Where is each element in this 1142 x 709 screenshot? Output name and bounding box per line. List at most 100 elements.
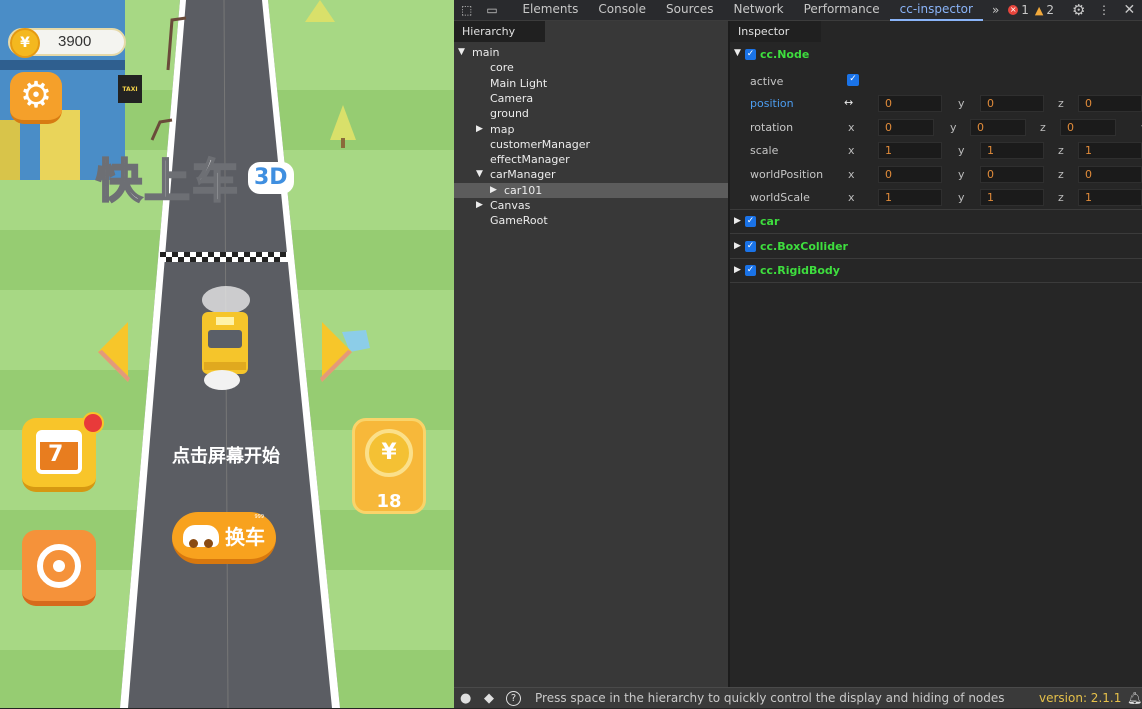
number-input[interactable]: 1: [878, 142, 942, 159]
steering-button[interactable]: [22, 530, 96, 606]
more-tabs-icon[interactable]: »: [983, 0, 1008, 21]
component-enabled-checkbox[interactable]: ✓: [745, 240, 756, 252]
axis-label: z: [1058, 191, 1064, 204]
expand-triangle-icon[interactable]: ▼: [734, 48, 741, 58]
axis-label: y: [958, 97, 965, 110]
hierarchy-node[interactable]: Camera: [454, 91, 728, 106]
number-input[interactable]: 0: [1078, 95, 1142, 112]
collapsed-triangle-icon[interactable]: ▶: [734, 265, 741, 275]
property-worldposition: worldPosition x y z 0 0 0: [730, 165, 1142, 186]
coin-reward-button[interactable]: ¥ 18: [352, 418, 426, 514]
component-row[interactable]: ▶ ✓ cc.BoxCollider: [730, 235, 1142, 259]
component-enabled-checkbox[interactable]: ✓: [745, 265, 756, 276]
property-active: active ✓: [730, 73, 1142, 93]
game-title: 快上车 3D: [95, 148, 294, 209]
component-enabled-checkbox[interactable]: ✓: [745, 49, 756, 60]
kebab-menu-icon[interactable]: ⋮: [1091, 0, 1116, 21]
close-devtools-icon[interactable]: ✕: [1117, 0, 1142, 21]
number-input[interactable]: 0: [980, 165, 1044, 183]
active-checkbox[interactable]: ✓: [847, 74, 859, 86]
number-input[interactable]: 0: [980, 95, 1044, 112]
device-toolbar-icon[interactable]: ▭: [479, 0, 504, 21]
component-name: car: [760, 215, 780, 228]
number-input[interactable]: 0: [878, 165, 942, 183]
component-cc-node: ▼ ✓ cc.Node: [730, 42, 1142, 66]
hierarchy-node-label: carManager: [490, 168, 556, 182]
error-icon: ×: [1008, 5, 1019, 15]
component-row[interactable]: ▶ ✓ car: [730, 210, 1142, 234]
number-input[interactable]: 0: [878, 95, 942, 112]
hierarchy-node[interactable]: ground: [454, 106, 728, 121]
hierarchy-node-label: effectManager: [490, 153, 570, 167]
hierarchy-node[interactable]: effectManager: [454, 152, 728, 167]
game-view[interactable]: ¥ 3900 ⚙ TAXI 快上车 3D 7 ¥ 18 点击屏幕开始 换车 99…: [0, 0, 454, 708]
collapsed-triangle-icon[interactable]: ▶: [734, 216, 741, 226]
tab-elements[interactable]: Elements: [512, 0, 588, 21]
change-car-button[interactable]: 换车 999: [172, 512, 276, 564]
collapsed-triangle-icon[interactable]: ▶: [734, 241, 741, 251]
component-enabled-checkbox[interactable]: ✓: [745, 216, 756, 227]
hierarchy-node[interactable]: Main Light: [454, 76, 728, 91]
notification-bell-icon[interactable]: 🔔︎: [1127, 688, 1142, 709]
hierarchy-node[interactable]: ▶ car101: [454, 182, 728, 198]
number-input[interactable]: 0: [1060, 118, 1116, 136]
property-worldscale: worldScale x y z 1 1 1: [730, 189, 1142, 209]
hierarchy-node[interactable]: ▼ carManager: [454, 167, 728, 182]
number-input[interactable]: 1: [878, 189, 942, 206]
hierarchy-node-label: customerManager: [490, 137, 591, 151]
number-input[interactable]: 1: [1078, 142, 1142, 159]
axis-label: x: [848, 144, 855, 157]
car-icon: [183, 524, 219, 548]
hierarchy-node[interactable]: core: [454, 60, 728, 75]
status-footer: ● ◆ ? Press space in the hierarchy to qu…: [454, 687, 1142, 708]
number-input[interactable]: 1: [980, 189, 1044, 206]
inspector-panel: Inspector ▼ ✓ cc.Node active ✓ position ↔…: [730, 21, 1142, 687]
hierarchy-panel: Hierarchy ▼ main core Main Light Camera groun…: [454, 21, 728, 687]
hierarchy-node-label: core: [490, 61, 514, 75]
hierarchy-node-label: ground: [490, 107, 529, 121]
qq-icon[interactable]: ◆: [484, 688, 494, 709]
footer-message: Press space in the hierarchy to quickly …: [535, 691, 1005, 705]
hierarchy-node[interactable]: ▶ map: [454, 122, 728, 137]
coin-icon: ¥: [10, 28, 40, 58]
devtools-tabs: Elements Console Sources Network Performance…: [512, 0, 983, 21]
calendar-icon: 7: [36, 430, 82, 474]
daily-checkin-button[interactable]: 7: [22, 412, 104, 492]
settings-gear-icon[interactable]: ⚙: [1066, 0, 1091, 21]
settings-button[interactable]: ⚙: [10, 72, 62, 124]
hierarchy-node[interactable]: ▶ Canvas: [454, 198, 728, 213]
hierarchy-node[interactable]: ▼ main: [454, 45, 728, 60]
number-input[interactable]: 0: [878, 118, 934, 136]
hierarchy-node-label: GameRoot: [490, 214, 548, 228]
property-label: worldPosition: [750, 167, 824, 181]
axis-label: z: [1040, 120, 1046, 134]
collapsed-triangle-icon[interactable]: ▶: [476, 198, 483, 213]
warning-count-badge[interactable]: ▲ 2: [1035, 3, 1054, 17]
tab-console[interactable]: Console: [588, 0, 656, 21]
github-icon[interactable]: ●: [460, 688, 471, 709]
number-input[interactable]: 1: [980, 142, 1044, 159]
expanded-triangle-icon[interactable]: ▼: [476, 167, 483, 182]
resize-cursor-icon: ↔: [844, 96, 854, 109]
tab-network[interactable]: Network: [724, 0, 794, 21]
collapsed-triangle-icon[interactable]: ▶: [476, 122, 483, 137]
collapsed-triangle-icon[interactable]: ▶: [490, 183, 497, 198]
start-hint: 点击屏幕开始: [172, 446, 280, 467]
error-count-badge[interactable]: × 1: [1008, 3, 1029, 17]
help-icon[interactable]: ?: [506, 691, 521, 706]
reward-count: 18: [376, 491, 402, 512]
number-input[interactable]: 1: [1078, 189, 1142, 206]
hierarchy-node-label: Canvas: [490, 199, 531, 212]
tab-performance[interactable]: Performance: [794, 0, 890, 21]
change-car-label: 换车: [225, 525, 265, 549]
tab-sources[interactable]: Sources: [656, 0, 723, 21]
hierarchy-node[interactable]: GameRoot: [454, 213, 728, 228]
number-input[interactable]: 0: [1078, 165, 1142, 183]
number-input[interactable]: 0: [970, 118, 1026, 136]
tab-cc-inspector[interactable]: cc-inspector: [889, 0, 983, 21]
component-row[interactable]: ▶ ✓ cc.RigidBody: [730, 259, 1142, 283]
inspect-element-icon[interactable]: ⬚: [454, 0, 479, 21]
hierarchy-node[interactable]: customerManager: [454, 137, 728, 152]
property-position: position ↔ y z 0 0 0: [730, 95, 1142, 115]
expanded-triangle-icon[interactable]: ▼: [458, 45, 465, 60]
